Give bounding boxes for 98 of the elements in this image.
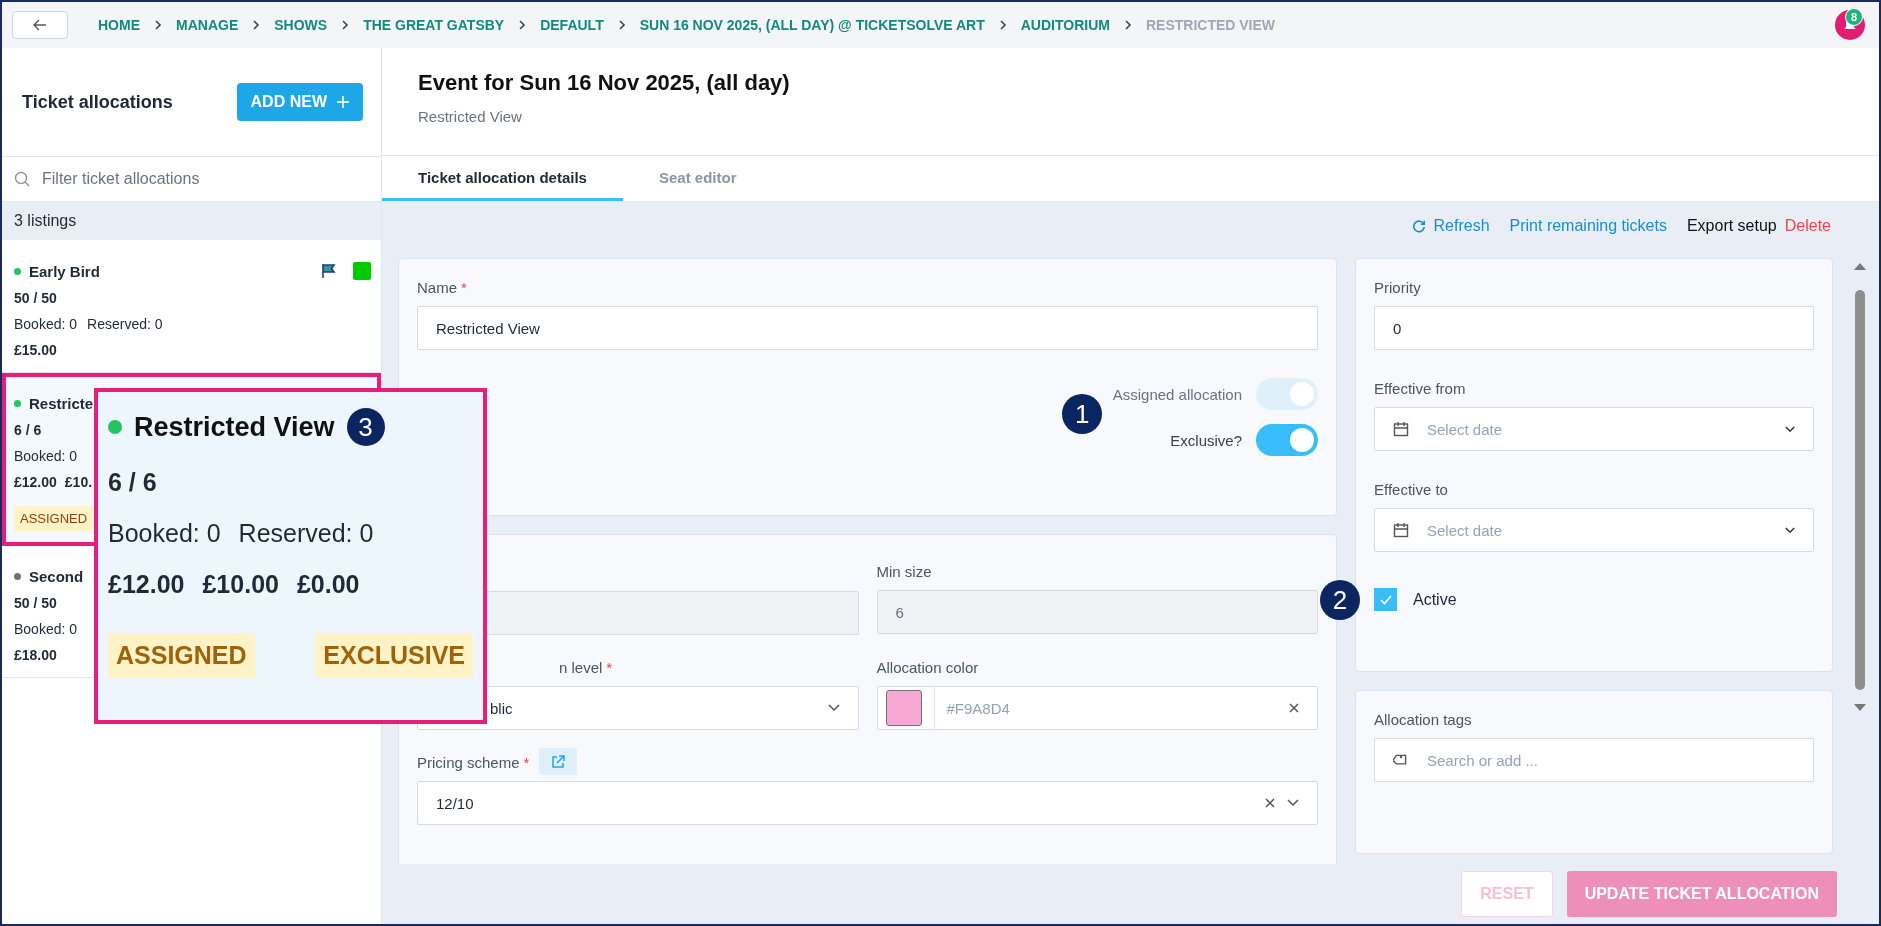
allocation-tag: ASSIGNED — [14, 506, 94, 531]
required-mark: * — [606, 659, 613, 676]
refresh-link[interactable]: Refresh — [1411, 217, 1490, 235]
booked-text: Booked: 0 — [108, 519, 221, 548]
price-text: £10.00 — [202, 570, 279, 599]
delete-link[interactable]: Delete — [1784, 217, 1831, 235]
external-link-icon — [551, 754, 566, 769]
required-mark: * — [461, 279, 467, 296]
toggle-label: Exclusive? — [1170, 431, 1242, 449]
calendar-icon — [1393, 522, 1409, 538]
field-label: Effective from — [1374, 380, 1467, 397]
listing-count-bar: 3 listings — [2, 202, 381, 240]
booked-text: Booked: 0 — [14, 448, 78, 464]
field-label: Effective to — [1374, 481, 1449, 498]
plus-icon — [337, 96, 349, 108]
price-text: £12.00 — [14, 474, 57, 490]
date-picker-field[interactable]: Select date — [1374, 407, 1814, 451]
booked-text: Booked: 0 — [14, 621, 78, 637]
chevron-right-icon — [998, 20, 1007, 30]
sidebar-title: Ticket allocations — [22, 91, 173, 113]
tag-search-field[interactable]: Search or add ... — [1374, 738, 1814, 782]
chevron-down-icon — [827, 704, 840, 712]
back-arrow-icon — [33, 19, 47, 31]
toggle-switch[interactable] — [1256, 424, 1318, 456]
event-title: Event for Sun 16 Nov 2025, (all day) — [418, 70, 791, 96]
breadcrumb-link[interactable]: THE GREAT GATSBY — [363, 17, 505, 33]
price-text: £0.00 — [296, 570, 360, 599]
price-text: £18.00 — [14, 647, 57, 663]
filter-field[interactable]: Filter ticket allocations — [40, 169, 369, 189]
clear-icon[interactable] — [1289, 703, 1299, 713]
capacity-text: 6 / 6 — [108, 468, 158, 497]
capacity-text: 6 / 6 — [14, 422, 42, 438]
add-new-button[interactable]: ADD NEW — [236, 83, 363, 121]
breadcrumb-link[interactable]: AUDITORIUM — [1020, 17, 1110, 33]
event-subtitle: Restricted View — [418, 108, 523, 125]
field-label: n level — [559, 659, 603, 676]
breadcrumb-link[interactable]: HOME — [98, 17, 140, 33]
field-label: Priority — [1374, 279, 1422, 296]
scrollbar-thumb[interactable] — [1855, 290, 1865, 690]
allocation-name: Early Bird — [29, 262, 100, 280]
chevron-right-icon — [518, 20, 527, 30]
date-picker-field[interactable]: Select date — [1374, 508, 1814, 552]
chevron-right-icon — [154, 20, 162, 30]
capacity-text: 50 / 50 — [14, 595, 57, 611]
price-text: £15.00 — [14, 342, 57, 358]
field-label: Pricing scheme * — [417, 754, 530, 771]
chevron-right-icon — [1123, 20, 1132, 30]
chevron-down-icon — [1785, 526, 1795, 534]
tag-icon — [1393, 752, 1409, 768]
checkbox-label: Active — [1413, 590, 1457, 609]
color-swatch[interactable] — [885, 690, 922, 726]
allocation-tag: ASSIGNED — [108, 633, 255, 678]
color-value: #F9A8D4 — [933, 687, 1277, 729]
checkbox[interactable] — [1374, 588, 1397, 611]
refresh-icon — [1411, 219, 1426, 233]
allocation-name: Restricte — [29, 395, 94, 412]
allocation-name: Restricted View — [134, 411, 335, 443]
chevron-right-icon — [617, 20, 626, 30]
checkmark-icon — [1379, 594, 1392, 605]
chevron-down-icon — [1287, 799, 1299, 807]
reserved-text: Reserved: 0 — [238, 519, 374, 548]
print-link[interactable]: Print remaining tickets — [1509, 217, 1667, 235]
clear-icon[interactable] — [1265, 798, 1275, 808]
calendar-icon — [1393, 421, 1409, 437]
reserved-text: Reserved: 0 — [87, 316, 163, 332]
price-text: £10. — [64, 474, 93, 490]
field-label: Name * — [417, 279, 468, 296]
chevron-down-icon — [1785, 425, 1795, 433]
required-mark: * — [523, 754, 530, 771]
back-button[interactable] — [12, 11, 68, 39]
tab[interactable]: Seat editor — [622, 156, 773, 201]
allocation-name: Second — [29, 568, 84, 585]
breadcrumb-link[interactable]: SHOWS — [274, 17, 328, 33]
scroll-up-arrow-icon[interactable] — [1854, 262, 1866, 270]
export-link[interactable]: Export setup — [1686, 217, 1777, 235]
price-text: £12.00 — [108, 570, 185, 599]
breadcrumb-link[interactable]: DEFAULT — [540, 17, 604, 33]
field-label: Min size — [876, 563, 933, 580]
marker-badge: 3 — [346, 408, 385, 446]
open-external-button[interactable] — [539, 748, 578, 775]
field-label: Allocation tags — [1374, 711, 1473, 728]
priority-field[interactable]: 0 — [1374, 306, 1814, 350]
breadcrumb-link[interactable]: SUN 16 NOV 2025, (ALL DAY) @ TICKETSOLVE ART — [639, 17, 985, 33]
capacity-text: 50 / 50 — [14, 290, 57, 306]
field-label: Allocation color — [876, 659, 980, 676]
marker-badge: 2 — [1320, 580, 1360, 620]
chevron-right-icon — [252, 20, 261, 30]
name-field[interactable]: Restricted View — [417, 306, 1318, 350]
booked-text: Booked: 0 — [14, 316, 78, 332]
allocation-tag: EXCLUSIVE — [315, 633, 473, 678]
search-icon — [14, 171, 30, 187]
toggle-label: Assigned allocation — [1112, 385, 1242, 403]
breadcrumb-link[interactable]: RESTRICTED VIEW — [1145, 17, 1276, 33]
chevron-right-icon — [341, 20, 350, 30]
pricing-scheme-select[interactable]: 12/10 — [417, 781, 1318, 825]
scroll-down-arrow-icon[interactable] — [1854, 704, 1866, 712]
marker-badge: 1 — [1062, 394, 1103, 434]
breadcrumb-link[interactable]: MANAGE — [176, 17, 239, 33]
